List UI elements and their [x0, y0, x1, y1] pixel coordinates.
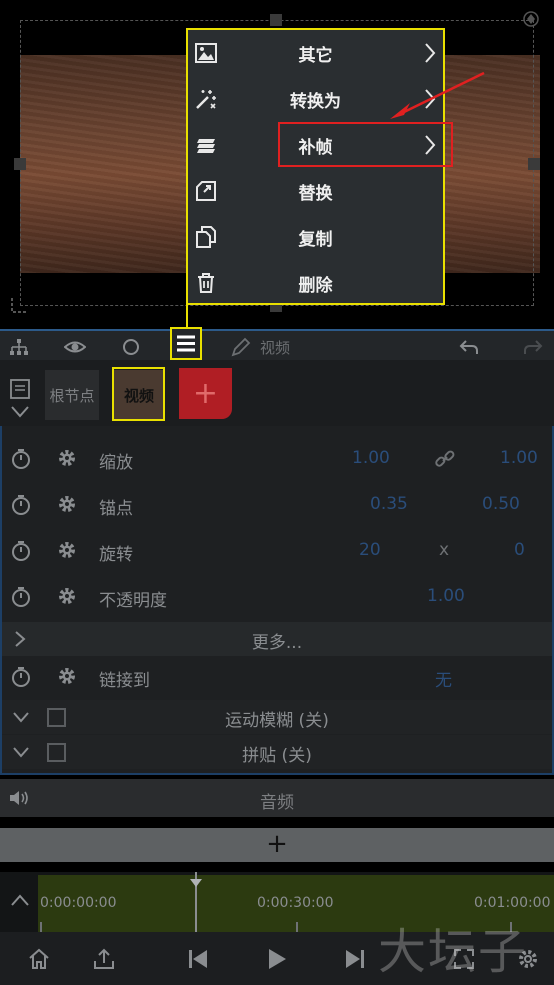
resize-handle-left[interactable] [14, 158, 26, 170]
scale-y-value[interactable]: 1.00 [500, 448, 538, 468]
playhead-marker-icon[interactable] [190, 872, 202, 887]
annotation-arrow-icon [390, 71, 485, 119]
stopwatch-icon[interactable] [10, 494, 32, 516]
watermark-text: 大坛子 [378, 924, 529, 980]
timecode-end: 0:01:00:00 [474, 895, 551, 911]
anchor-y-value[interactable]: 0.50 [482, 494, 520, 514]
circle-icon[interactable] [120, 336, 142, 358]
menu-item-label: 复制 [298, 229, 333, 250]
resize-handle-right[interactable] [528, 158, 540, 170]
skip-forward-icon[interactable] [343, 947, 367, 971]
stopwatch-icon[interactable] [10, 540, 32, 562]
stopwatch-icon[interactable] [10, 448, 32, 470]
property-row-link: 链接到 无 [2, 654, 552, 700]
menu-item-copy[interactable]: 复制 [188, 214, 443, 260]
rotation-turns-value[interactable]: 20 [359, 540, 381, 560]
timeline-tick [296, 922, 298, 932]
property-row-anchor: 锚点 0.35 0.50 [2, 482, 552, 528]
menu-item-label: 替换 [298, 183, 333, 204]
property-label: 缩放 [99, 453, 133, 473]
add-node-label: + [192, 376, 219, 411]
property-row-scale: 缩放 1.00 1.00 [2, 436, 552, 482]
node-tabs: 根节点 视频 [0, 360, 554, 426]
gear-icon[interactable] [56, 539, 78, 561]
audio-label: 音频 [260, 793, 294, 813]
property-label: 旋转 [99, 545, 133, 565]
eye-icon[interactable] [63, 336, 87, 358]
link-target-value[interactable]: 无 [435, 666, 452, 691]
hamburger-menu-button[interactable] [170, 327, 202, 360]
property-label: 不透明度 [99, 591, 167, 611]
menu-connector-line [186, 305, 188, 329]
list-icon[interactable] [9, 378, 31, 400]
more-label: 更多... [251, 633, 303, 653]
play-icon[interactable] [265, 947, 289, 971]
home-icon[interactable] [27, 947, 51, 971]
hierarchy-icon[interactable] [8, 336, 30, 358]
chevron-down-icon[interactable] [10, 404, 30, 420]
motion-blur-label: 运动模糊 (关) [225, 711, 329, 731]
timecode-mid: 0:00:30:00 [257, 895, 334, 911]
opacity-value[interactable]: 1.00 [427, 586, 465, 606]
tile-label: 拼贴 (关) [242, 746, 312, 766]
crop-corner-icon[interactable] [10, 296, 28, 314]
node-tab-root[interactable]: 根节点 [45, 370, 99, 420]
property-label: 链接到 [99, 671, 150, 691]
rotation-separator: x [439, 540, 450, 560]
gear-icon[interactable] [56, 493, 78, 515]
undo-icon[interactable] [458, 336, 480, 358]
rotate-handle-icon[interactable] [522, 10, 540, 28]
tile-section[interactable]: 拼贴 (关) [2, 735, 552, 769]
editor-toolbar: 视频 [0, 329, 554, 360]
active-node-highlight [112, 367, 165, 421]
scale-x-value[interactable]: 1.00 [352, 448, 390, 468]
skip-back-icon[interactable] [186, 947, 210, 971]
property-row-rotation: 旋转 20 x 0 [2, 528, 552, 574]
rotation-degrees-value[interactable]: 0 [514, 540, 525, 560]
timecode-start: 0:00:00:00 [40, 895, 117, 911]
resize-handle-top[interactable] [270, 14, 282, 26]
menu-item-replace[interactable]: 替换 [188, 168, 443, 214]
stopwatch-icon[interactable] [10, 586, 32, 608]
menu-item-label: 其它 [298, 45, 333, 66]
add-node-button[interactable]: + [179, 368, 232, 419]
property-row-opacity: 不透明度 1.00 [2, 574, 552, 620]
properties-panel: 缩放 1.00 1.00 锚点 0.35 0.50 旋转 20 x 0 不透明度… [0, 426, 554, 775]
redo-icon[interactable] [522, 336, 544, 358]
node-tab-label: 根节点 [49, 386, 95, 405]
audio-section[interactable]: 音频 [0, 779, 554, 817]
gear-icon[interactable] [56, 585, 78, 607]
chevron-up-icon[interactable] [10, 892, 30, 908]
toolbar-title: 视频 [260, 339, 291, 357]
annotation-highlight-box [278, 122, 453, 167]
menu-item-label: 删除 [298, 275, 333, 296]
timeline-tick [40, 922, 42, 932]
add-layer-button[interactable]: + [0, 828, 554, 862]
link-icon[interactable] [434, 448, 456, 470]
more-properties-button[interactable]: 更多... [2, 622, 552, 656]
property-label: 锚点 [99, 499, 133, 519]
add-layer-label: + [266, 829, 288, 859]
anchor-x-value[interactable]: 0.35 [370, 494, 408, 514]
chevron-right-icon [423, 41, 437, 65]
pencil-icon[interactable] [230, 336, 252, 358]
hamburger-icon [177, 335, 195, 352]
gear-icon[interactable] [56, 447, 78, 469]
menu-item-delete[interactable]: 删除 [188, 260, 443, 306]
gear-icon[interactable] [56, 665, 78, 687]
motion-blur-section[interactable]: 运动模糊 (关) [2, 700, 552, 734]
stopwatch-icon[interactable] [10, 666, 32, 688]
export-icon[interactable] [92, 947, 116, 971]
